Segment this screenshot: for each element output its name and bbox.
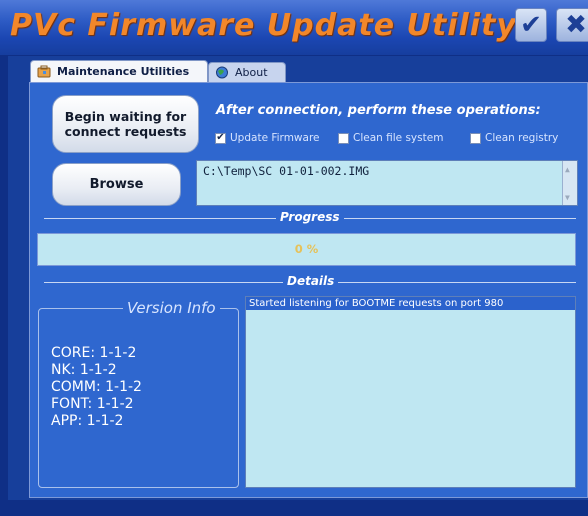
version-info-list: CORE: 1-1-2 NK: 1-1-2 COMM: 1-1-2 FONT: … bbox=[51, 345, 142, 430]
progress-bar: 0 % bbox=[37, 233, 576, 266]
clean-file-system-checkbox[interactable] bbox=[338, 132, 349, 144]
globe-icon bbox=[215, 66, 230, 79]
version-core: CORE: 1-1-2 bbox=[51, 345, 137, 361]
scroll-down-icon[interactable]: ▼ bbox=[565, 193, 570, 202]
scroll-up-icon[interactable]: ▲ bbox=[565, 165, 570, 174]
window-bottom-border bbox=[8, 500, 588, 516]
begin-waiting-button[interactable]: Begin waiting for connect requests bbox=[52, 95, 199, 153]
tab-maintenance-utilities[interactable]: Maintenance Utilities bbox=[30, 60, 208, 82]
tab-label: Maintenance Utilities bbox=[57, 65, 190, 78]
checkmark-button[interactable]: ✔ bbox=[515, 8, 547, 42]
log-line[interactable]: Started listening for BOOTME requests on… bbox=[246, 297, 575, 310]
close-icon: ✖ bbox=[565, 10, 587, 40]
update-firmware-option[interactable]: ✔ Update Firmware bbox=[215, 132, 320, 144]
tab-about[interactable]: About bbox=[208, 62, 286, 82]
tools-icon bbox=[37, 65, 52, 78]
file-path-scrollbar[interactable]: ▲ ▼ bbox=[562, 161, 577, 205]
close-button[interactable]: ✖ bbox=[556, 8, 588, 42]
file-path-value: C:\Temp\SC 01-01-002.IMG bbox=[203, 164, 370, 178]
browse-button[interactable]: Browse bbox=[52, 163, 181, 206]
begin-waiting-label-line2: connect requests bbox=[64, 124, 187, 139]
operations-heading: After connection, perform these operatio… bbox=[216, 103, 541, 118]
details-heading: Details bbox=[283, 274, 339, 288]
version-info-group: Version Info CORE: 1-1-2 NK: 1-1-2 COMM:… bbox=[38, 299, 239, 488]
clean-registry-label: Clean registry bbox=[485, 132, 559, 144]
file-path-field[interactable]: C:\Temp\SC 01-01-002.IMG ▲ ▼ bbox=[196, 160, 578, 206]
clean-registry-checkbox[interactable] bbox=[470, 132, 481, 144]
clean-file-system-option[interactable]: Clean file system bbox=[338, 132, 443, 144]
version-app: APP: 1-1-2 bbox=[51, 413, 124, 429]
clean-registry-option[interactable]: Clean registry bbox=[470, 132, 558, 144]
update-firmware-checkbox[interactable]: ✔ bbox=[215, 132, 226, 144]
tab-label: About bbox=[235, 66, 268, 79]
begin-waiting-label-line1: Begin waiting for bbox=[64, 109, 187, 124]
progress-heading: Progress bbox=[276, 210, 344, 224]
check-icon: ✔ bbox=[520, 10, 542, 40]
version-comm: COMM: 1-1-2 bbox=[51, 379, 142, 395]
details-log[interactable]: Started listening for BOOTME requests on… bbox=[245, 296, 576, 488]
version-font: FONT: 1-1-2 bbox=[51, 396, 134, 412]
title-bar: PVc Firmware Update Utility ✔ ✖ bbox=[0, 0, 588, 55]
version-info-title: Version Info bbox=[123, 299, 220, 317]
update-firmware-label: Update Firmware bbox=[230, 132, 320, 144]
clean-file-system-label: Clean file system bbox=[353, 132, 444, 144]
app-title: PVc Firmware Update Utility bbox=[10, 8, 517, 43]
version-nk: NK: 1-1-2 bbox=[51, 362, 117, 378]
progress-percent: 0 % bbox=[294, 242, 319, 256]
